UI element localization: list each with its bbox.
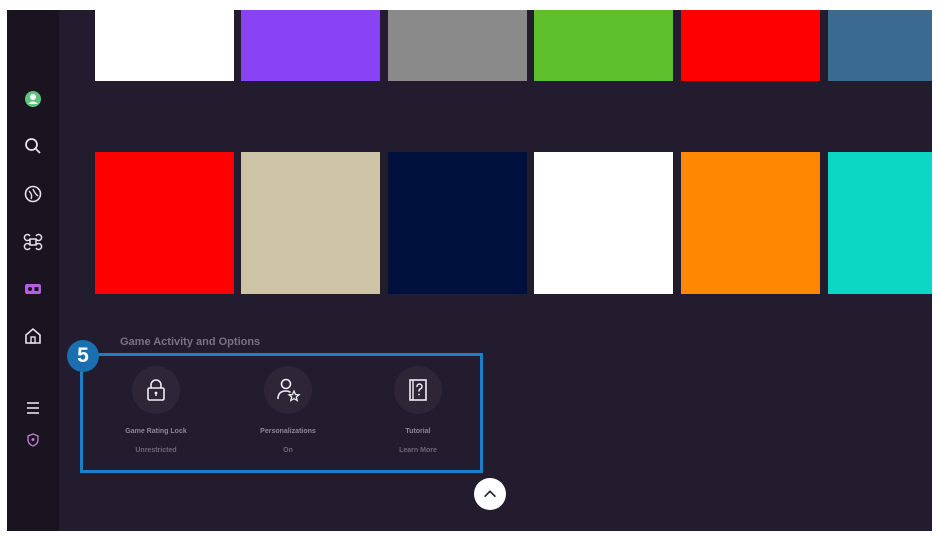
section-title: Game Activity and Options xyxy=(120,336,261,348)
sidebar xyxy=(7,10,59,531)
scroll-up-button[interactable] xyxy=(474,478,506,510)
option-label: Tutorial xyxy=(405,428,431,435)
option-label: Personalizations xyxy=(260,428,316,435)
option-value: Unrestricted xyxy=(135,447,177,454)
tutorial-book-icon xyxy=(394,366,442,414)
game-tile[interactable] xyxy=(388,152,527,294)
option-label: Game Rating Lock xyxy=(125,428,187,435)
game-tile[interactable] xyxy=(681,10,820,81)
tutorial-option[interactable]: Tutorial Learn More xyxy=(363,366,473,454)
game-rating-lock-option[interactable]: Game Rating Lock Unrestricted xyxy=(101,366,211,454)
callout-badge: 5 xyxy=(67,340,99,372)
option-value: Learn More xyxy=(399,447,437,454)
game-icon[interactable] xyxy=(21,277,45,301)
game-tile[interactable] xyxy=(681,152,820,294)
game-tile[interactable] xyxy=(241,152,380,294)
game-tile[interactable] xyxy=(388,10,527,81)
person-star-icon xyxy=(264,366,312,414)
apps-icon[interactable] xyxy=(21,230,45,254)
game-tile[interactable] xyxy=(828,10,932,81)
lock-icon xyxy=(132,366,180,414)
option-value: On xyxy=(283,447,293,454)
game-tile[interactable] xyxy=(241,10,380,81)
game-tile[interactable] xyxy=(95,152,234,294)
game-tile[interactable] xyxy=(95,10,234,81)
ambient-icon[interactable] xyxy=(21,182,45,206)
tv-screen: Game Activity and Options 5 Game Rating … xyxy=(7,10,932,531)
home-icon[interactable] xyxy=(21,324,45,348)
chevron-up-icon xyxy=(484,490,496,498)
game-tile[interactable] xyxy=(828,152,932,294)
game-tile[interactable] xyxy=(534,152,673,294)
menu-icon[interactable] xyxy=(21,396,45,420)
game-tile[interactable] xyxy=(534,10,673,81)
search-icon[interactable] xyxy=(21,134,45,158)
personalizations-option[interactable]: Personalizations On xyxy=(233,366,343,454)
profile-icon[interactable] xyxy=(21,87,45,111)
privacy-shield-icon[interactable] xyxy=(21,428,45,452)
